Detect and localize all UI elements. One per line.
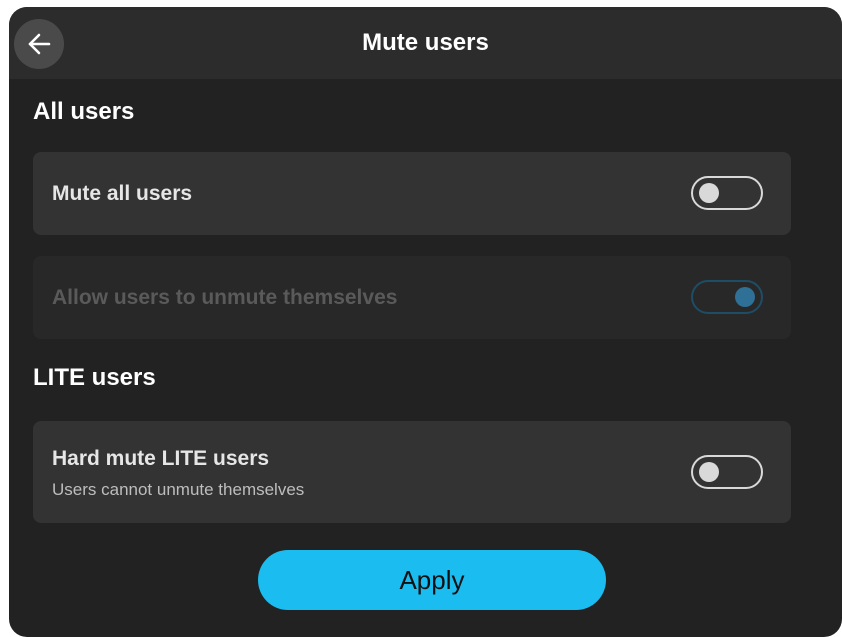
section-heading-lite-users: LITE users — [33, 364, 156, 391]
allow-unmute-label: Allow users to unmute themselves — [52, 286, 398, 309]
mute-users-dialog: Mute users All users Mute all users Allo… — [9, 7, 842, 637]
row-hard-mute-lite: Hard mute LITE users Users cannot unmute… — [33, 421, 791, 523]
row-mute-all-users: Mute all users — [33, 152, 791, 235]
hard-mute-label: Hard mute LITE users — [52, 447, 270, 470]
allow-unmute-toggle[interactable] — [691, 280, 763, 314]
section-heading-all-users: All users — [33, 98, 135, 125]
apply-button[interactable]: Apply — [258, 550, 606, 610]
toggle-knob — [735, 287, 755, 307]
row-allow-unmute: Allow users to unmute themselves — [33, 256, 791, 339]
hard-mute-lite-toggle[interactable] — [691, 455, 763, 489]
toggle-knob — [699, 183, 719, 203]
back-button[interactable] — [14, 19, 64, 69]
title-bar: Mute users — [9, 7, 842, 79]
toggle-knob — [699, 462, 719, 482]
arrow-left-icon — [28, 33, 51, 55]
page-title: Mute users — [362, 29, 489, 56]
mute-all-users-toggle[interactable] — [691, 176, 763, 210]
hard-mute-sublabel: Users cannot unmute themselves — [52, 480, 305, 499]
mute-all-users-label: Mute all users — [52, 182, 193, 205]
